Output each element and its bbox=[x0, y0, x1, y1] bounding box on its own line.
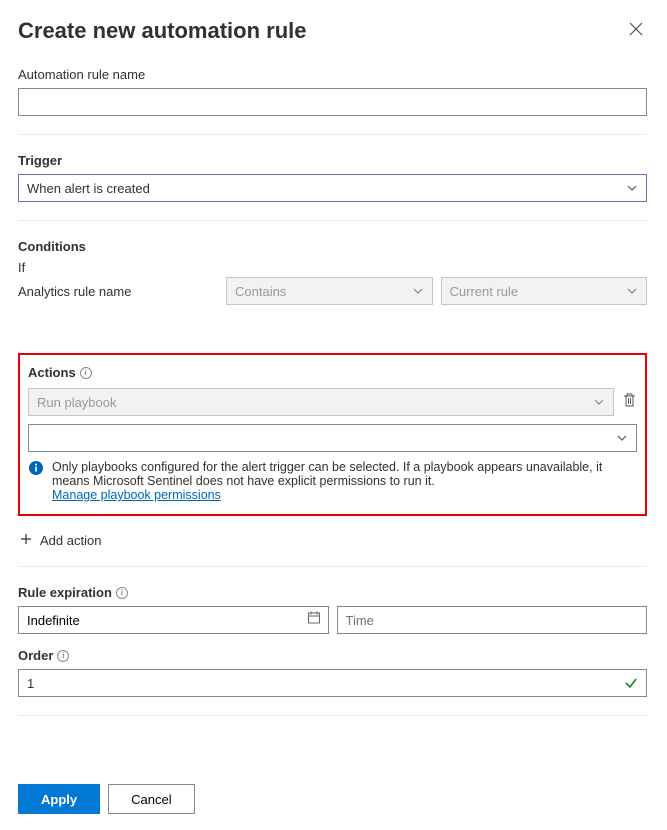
trigger-select[interactable]: When alert is created bbox=[18, 174, 647, 202]
expiration-time-input[interactable] bbox=[337, 606, 648, 634]
actions-info-text: Only playbooks configured for the alert … bbox=[52, 460, 602, 488]
trigger-selected-text: When alert is created bbox=[27, 181, 150, 196]
info-icon[interactable]: i bbox=[57, 650, 69, 662]
trigger-label: Trigger bbox=[18, 153, 647, 168]
info-icon[interactable]: i bbox=[116, 587, 128, 599]
close-icon[interactable] bbox=[625, 18, 647, 45]
condition-field-label: Analytics rule name bbox=[18, 284, 218, 299]
rule-name-input[interactable] bbox=[18, 88, 647, 116]
chevron-down-icon bbox=[412, 285, 424, 297]
cancel-button[interactable]: Cancel bbox=[108, 784, 194, 814]
condition-operator-text: Contains bbox=[235, 284, 286, 299]
add-action-button[interactable]: Add action bbox=[20, 532, 647, 548]
order-select[interactable]: 1 bbox=[18, 669, 647, 697]
page-title: Create new automation rule bbox=[18, 18, 307, 44]
chevron-down-icon bbox=[616, 432, 628, 444]
info-icon bbox=[28, 460, 44, 502]
condition-operator-select[interactable]: Contains bbox=[226, 277, 433, 305]
delete-action-icon[interactable] bbox=[622, 392, 637, 413]
condition-value-select[interactable]: Current rule bbox=[441, 277, 648, 305]
condition-value-text: Current rule bbox=[450, 284, 519, 299]
action-type-text: Run playbook bbox=[37, 395, 117, 410]
checkmark-icon bbox=[624, 676, 638, 690]
order-label: Order i bbox=[18, 648, 647, 663]
rule-expiration-label: Rule expiration i bbox=[18, 585, 647, 600]
expiration-date-input[interactable] bbox=[18, 606, 329, 634]
action-type-select[interactable]: Run playbook bbox=[28, 388, 614, 416]
add-action-label: Add action bbox=[40, 533, 101, 548]
info-icon[interactable]: i bbox=[80, 367, 92, 379]
chevron-down-icon bbox=[626, 285, 638, 297]
conditions-label: Conditions bbox=[18, 239, 647, 254]
chevron-down-icon bbox=[593, 396, 605, 408]
plus-icon bbox=[20, 532, 32, 548]
playbook-select[interactable] bbox=[28, 424, 637, 452]
calendar-icon[interactable] bbox=[307, 611, 321, 630]
actions-section: Actions i Run playbook bbox=[18, 353, 647, 516]
actions-label: Actions i bbox=[28, 365, 637, 380]
chevron-down-icon bbox=[626, 182, 638, 194]
manage-permissions-link[interactable]: Manage playbook permissions bbox=[52, 488, 221, 502]
order-value: 1 bbox=[27, 676, 34, 691]
rule-name-label: Automation rule name bbox=[18, 67, 647, 82]
conditions-if-text: If bbox=[18, 260, 647, 275]
apply-button[interactable]: Apply bbox=[18, 784, 100, 814]
